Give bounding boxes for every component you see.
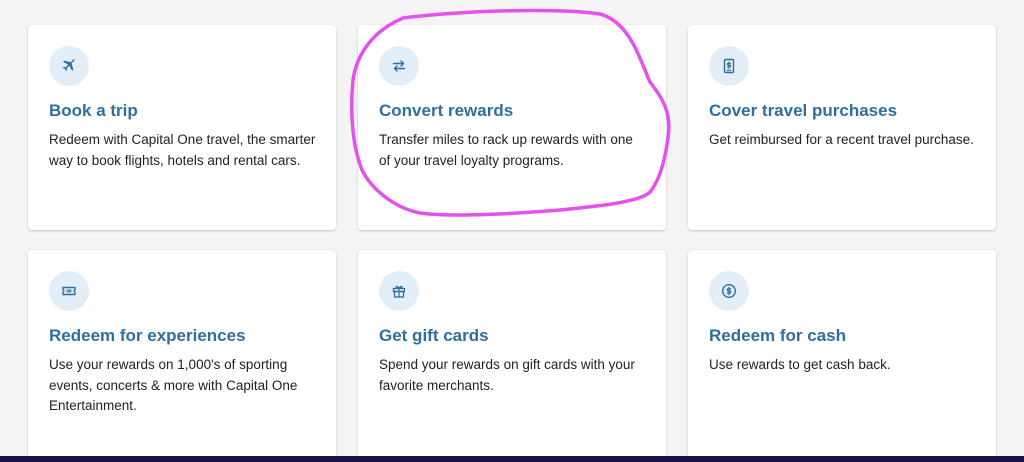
swap-arrows-icon xyxy=(392,60,406,72)
cover-travel-purchases-description: Get reimbursed for a recent travel purch… xyxy=(709,132,974,147)
redeem-for-cash-card[interactable]: Redeem for cash Use rewards to get cash … xyxy=(688,250,996,462)
rewards-page: Book a trip Redeem with Capital One trav… xyxy=(0,0,1024,462)
get-gift-cards-description: Spend your rewards on gift cards with yo… xyxy=(379,357,635,393)
ticket-icon xyxy=(62,286,76,296)
get-gift-cards-title: Get gift cards xyxy=(379,326,489,345)
convert-rewards-card[interactable]: Convert rewards Transfer miles to rack u… xyxy=(358,25,666,230)
book-a-trip-icon-badge xyxy=(49,46,89,86)
convert-rewards-title: Convert rewards xyxy=(379,101,514,120)
redeem-for-cash-description: Use rewards to get cash back. xyxy=(709,357,891,372)
bottom-bar xyxy=(0,456,1024,462)
redeem-for-experiences-description: Use your rewards on 1,000's of sporting … xyxy=(49,357,298,413)
convert-rewards-icon-badge xyxy=(379,46,419,86)
book-a-trip-title: Book a trip xyxy=(49,101,138,120)
cover-travel-purchases-card[interactable]: Cover travel purchases Get reimbursed fo… xyxy=(688,25,996,230)
book-a-trip-card[interactable]: Book a trip Redeem with Capital One trav… xyxy=(28,25,336,230)
redeem-for-cash-icon-badge xyxy=(709,271,749,311)
gift-icon xyxy=(392,285,406,298)
convert-rewards-description: Transfer miles to rack up rewards with o… xyxy=(379,132,633,168)
book-a-trip-description: Redeem with Capital One travel, the smar… xyxy=(49,132,316,168)
dollar-coin-icon xyxy=(721,283,737,299)
redeem-for-cash-title: Redeem for cash xyxy=(709,326,846,345)
redemption-options-grid: Book a trip Redeem with Capital One trav… xyxy=(28,25,998,462)
receipt-icon xyxy=(723,58,735,74)
redeem-for-experiences-card[interactable]: Redeem for experiences Use your rewards … xyxy=(28,250,336,462)
get-gift-cards-icon-badge xyxy=(379,271,419,311)
cover-travel-purchases-icon-badge xyxy=(709,46,749,86)
cover-travel-purchases-title: Cover travel purchases xyxy=(709,101,898,120)
redeem-for-experiences-title: Redeem for experiences xyxy=(49,326,246,345)
get-gift-cards-card[interactable]: Get gift cards Spend your rewards on gif… xyxy=(358,250,666,462)
airplane-icon xyxy=(62,58,76,72)
redeem-for-experiences-icon-badge xyxy=(49,271,89,311)
